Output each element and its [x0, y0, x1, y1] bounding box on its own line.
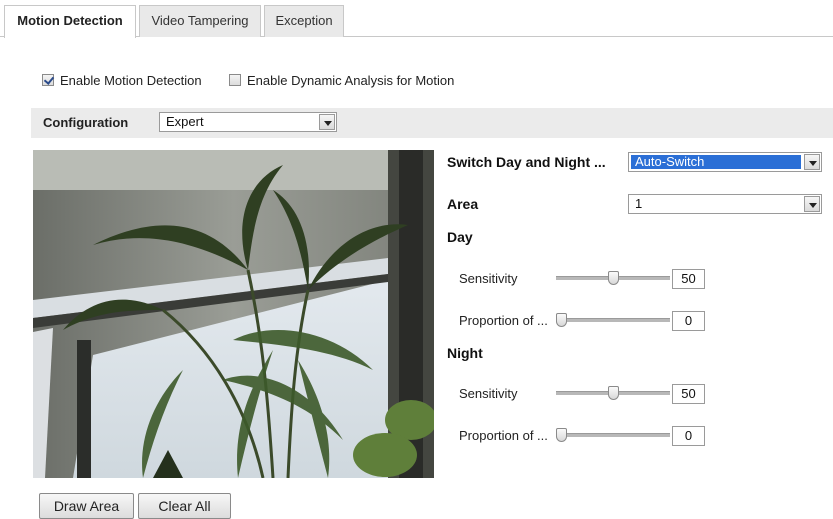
day-proportion-value[interactable]: 0 — [672, 311, 705, 331]
night-sensitivity-label: Sensitivity — [459, 386, 518, 401]
day-sensitivity-value[interactable]: 50 — [672, 269, 705, 289]
day-proportion-label: Proportion of ... — [459, 313, 548, 328]
tab-video-tampering[interactable]: Video Tampering — [139, 5, 261, 37]
tab-exception[interactable]: Exception — [264, 5, 344, 37]
area-value: 1 — [635, 196, 643, 211]
configuration-value: Expert — [166, 114, 204, 129]
enable-motion-detection-checkbox[interactable] — [42, 74, 54, 86]
night-proportion-label: Proportion of ... — [459, 428, 548, 443]
configuration-select[interactable]: Expert — [159, 112, 337, 132]
night-heading: Night — [447, 345, 483, 361]
night-proportion-value[interactable]: 0 — [672, 426, 705, 446]
chevron-down-icon[interactable] — [319, 114, 335, 130]
night-sensitivity-value[interactable]: 50 — [672, 384, 705, 404]
tab-motion-detection[interactable]: Motion Detection — [4, 5, 136, 38]
day-sensitivity-slider[interactable] — [556, 270, 670, 286]
switch-day-night-value: Auto-Switch — [631, 155, 801, 169]
slider-track — [556, 433, 670, 437]
enable-motion-detection-label: Enable Motion Detection — [60, 72, 202, 88]
slider-thumb[interactable] — [608, 386, 619, 400]
area-label: Area — [447, 196, 479, 212]
day-sensitivity-label: Sensitivity — [459, 271, 518, 286]
area-select[interactable]: 1 — [628, 194, 822, 214]
slider-thumb[interactable] — [556, 428, 567, 442]
slider-track — [556, 318, 670, 322]
camera-frame-image — [33, 150, 434, 478]
draw-area-button[interactable]: Draw Area — [39, 493, 134, 519]
enable-dynamic-analysis-checkbox[interactable] — [229, 74, 241, 86]
enable-dynamic-analysis-row[interactable]: Enable Dynamic Analysis for Motion — [229, 71, 454, 89]
configuration-bar: Configuration Expert — [31, 108, 833, 138]
slider-thumb[interactable] — [556, 313, 567, 327]
day-heading: Day — [447, 229, 473, 245]
enable-motion-detection-row[interactable]: Enable Motion Detection — [42, 71, 202, 89]
tab-bar: Motion Detection Video Tampering Excepti… — [0, 0, 833, 38]
enable-dynamic-analysis-label: Enable Dynamic Analysis for Motion — [247, 72, 455, 88]
clear-all-button[interactable]: Clear All — [138, 493, 231, 519]
night-proportion-slider[interactable] — [556, 427, 670, 443]
switch-day-night-select[interactable]: Auto-Switch — [628, 152, 822, 172]
slider-thumb[interactable] — [608, 271, 619, 285]
configuration-label: Configuration — [43, 115, 129, 130]
night-sensitivity-slider[interactable] — [556, 385, 670, 401]
chevron-down-icon[interactable] — [804, 154, 820, 170]
video-preview[interactable] — [33, 150, 434, 478]
chevron-down-icon[interactable] — [804, 196, 820, 212]
day-proportion-slider[interactable] — [556, 312, 670, 328]
switch-day-night-label: Switch Day and Night ... — [447, 154, 606, 170]
